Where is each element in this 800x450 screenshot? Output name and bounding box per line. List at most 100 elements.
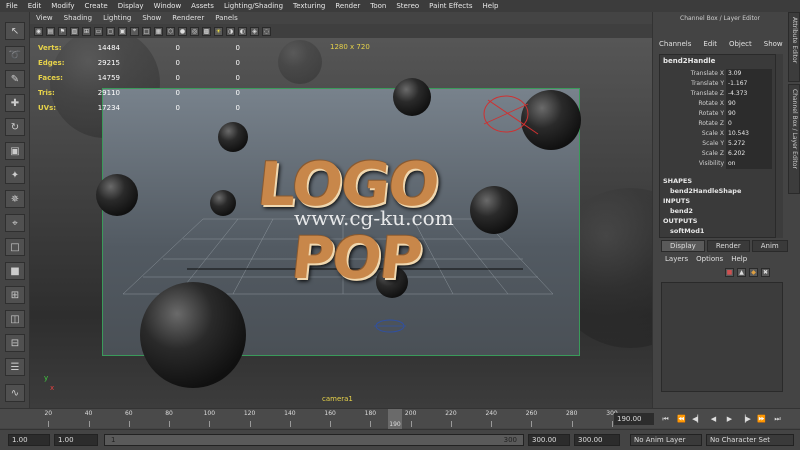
step-forward-key-icon[interactable]: ⏩: [756, 413, 767, 425]
anim-layer-dropdown[interactable]: No Anim Layer: [630, 434, 702, 446]
textured-icon[interactable]: ▩: [202, 26, 211, 36]
ambient-occlusion-icon[interactable]: ◐: [238, 26, 247, 36]
end-time-field[interactable]: 300.00: [574, 434, 620, 446]
step-back-frame-icon[interactable]: ◀▏: [692, 413, 703, 425]
play-forwards-icon[interactable]: ▶: [724, 413, 735, 425]
panel-menu-shading[interactable]: Shading: [64, 14, 92, 22]
layer-menu-help[interactable]: Help: [731, 255, 747, 263]
menu-render[interactable]: Render: [335, 2, 360, 10]
field-chart-icon[interactable]: ⌖: [130, 26, 139, 36]
menu-help[interactable]: Help: [483, 2, 499, 10]
wireframe-icon[interactable]: ⬡: [166, 26, 175, 36]
layout-two-stacked-icon[interactable]: ⊟: [5, 334, 25, 352]
layer-menu-layers[interactable]: Layers: [665, 255, 688, 263]
menu-create[interactable]: Create: [84, 2, 107, 10]
tab-display[interactable]: Display: [661, 240, 705, 252]
layout-single-icon[interactable]: ■: [5, 262, 25, 280]
attr-translate-z[interactable]: Translate Z -4.373: [660, 89, 772, 99]
lasso-tool-icon[interactable]: ➰: [5, 46, 25, 64]
input-node[interactable]: bend2: [670, 207, 693, 215]
delete-layer-icon[interactable]: ✖: [761, 268, 770, 277]
attr-rotate-x[interactable]: Rotate X 90: [660, 99, 772, 109]
attr-scale-y[interactable]: Scale Y 5.272: [660, 139, 772, 149]
start-time-field[interactable]: 1.00: [8, 434, 50, 446]
menu-stereo[interactable]: Stereo: [396, 2, 419, 10]
menu-texturing[interactable]: Texturing: [293, 2, 325, 10]
new-layer-icon[interactable]: ■: [725, 268, 734, 277]
wireframe-on-shaded-icon[interactable]: ◎: [190, 26, 199, 36]
rotate-tool-icon[interactable]: ↻: [5, 118, 25, 136]
soft-modification-icon[interactable]: ✵: [5, 190, 25, 208]
last-tool-icon[interactable]: □: [5, 238, 25, 256]
shadows-icon[interactable]: ◑: [226, 26, 235, 36]
select-tool-icon[interactable]: ↖: [5, 22, 25, 40]
move-layer-up-icon[interactable]: ▲: [737, 268, 746, 277]
image-plane-icon[interactable]: ▧: [70, 26, 79, 36]
play-backwards-icon[interactable]: ◀: [708, 413, 719, 425]
layout-graph-icon[interactable]: ∿: [5, 384, 25, 402]
bookmark-icon[interactable]: ⚑: [58, 26, 67, 36]
selected-node-name[interactable]: bend2Handle: [663, 57, 715, 65]
current-frame-field[interactable]: 190.00: [614, 413, 654, 425]
step-back-key-icon[interactable]: ⏪: [676, 413, 687, 425]
show-manipulator-icon[interactable]: ⌖: [5, 214, 25, 232]
attr-translate-y[interactable]: Translate Y -1.167: [660, 79, 772, 89]
menu-edit[interactable]: Edit: [28, 2, 42, 10]
attr-translate-x[interactable]: Translate X 3.09: [660, 69, 772, 79]
attr-scale-x[interactable]: Scale X 10.543: [660, 129, 772, 139]
attr-rotate-y[interactable]: Rotate Y 90: [660, 109, 772, 119]
side-tab-attribute-editor[interactable]: Attribute Editor: [788, 12, 800, 82]
attr-scale-z[interactable]: Scale Z 6.202: [660, 149, 772, 159]
output-node[interactable]: softMod1: [670, 227, 704, 235]
paint-select-tool-icon[interactable]: ✎: [5, 70, 25, 88]
grid-toggle-icon[interactable]: ⊞: [82, 26, 91, 36]
resolution-gate-icon[interactable]: ▢: [106, 26, 115, 36]
film-gate-icon[interactable]: ▭: [94, 26, 103, 36]
menu-modify[interactable]: Modify: [51, 2, 74, 10]
attr-rotate-z[interactable]: Rotate Z0: [660, 119, 772, 129]
scale-tool-icon[interactable]: ▣: [5, 142, 25, 160]
panel-menu-lighting[interactable]: Lighting: [103, 14, 131, 22]
select-camera-icon[interactable]: ◉: [34, 26, 43, 36]
safe-title-icon[interactable]: ▦: [154, 26, 163, 36]
layout-four-icon[interactable]: ⊞: [5, 286, 25, 304]
time-slider[interactable]: 190 20 40 60 80 100 120 140 160 180 200 220 240 260 2…: [0, 408, 800, 429]
go-to-start-icon[interactable]: ⏮: [660, 413, 671, 425]
menu-window[interactable]: Window: [154, 2, 182, 10]
side-tab-channel-box[interactable]: Channel Box / Layer Editor: [788, 84, 800, 194]
safe-action-icon[interactable]: □: [142, 26, 151, 36]
cb-menu-object[interactable]: Object: [729, 40, 752, 48]
smooth-shade-icon[interactable]: ●: [178, 26, 187, 36]
universal-manipulator-icon[interactable]: ✦: [5, 166, 25, 184]
menu-file[interactable]: File: [6, 2, 18, 10]
cb-menu-show[interactable]: Show: [764, 40, 783, 48]
soft-mod-handle-icon[interactable]: [370, 316, 410, 336]
playback-start-field[interactable]: 1.00: [54, 434, 98, 446]
perspective-viewport[interactable]: LOGO POP www.cg-ku.com Verts: 14484 0 0 …: [30, 38, 652, 408]
layout-outliner-icon[interactable]: ☰: [5, 358, 25, 376]
bend-handle-manipulator-icon[interactable]: [478, 90, 550, 142]
playback-end-field[interactable]: 300.00: [528, 434, 570, 446]
new-layer-from-selected-icon[interactable]: ◆: [749, 268, 758, 277]
cb-menu-edit[interactable]: Edit: [703, 40, 717, 48]
attr-visibility[interactable]: Visibility on: [660, 159, 772, 169]
step-forward-frame-icon[interactable]: ▕▶: [740, 413, 751, 425]
layer-menu-options[interactable]: Options: [696, 255, 723, 263]
layer-list[interactable]: [661, 282, 783, 392]
panel-menu-show[interactable]: Show: [142, 14, 161, 22]
panel-menu-panels[interactable]: Panels: [215, 14, 238, 22]
channel-box-scrollbar[interactable]: [775, 54, 783, 238]
move-tool-icon[interactable]: ✚: [5, 94, 25, 112]
menu-toon[interactable]: Toon: [370, 2, 386, 10]
menu-assets[interactable]: Assets: [191, 2, 214, 10]
character-set-dropdown[interactable]: No Character Set: [706, 434, 794, 446]
menu-paint-effects[interactable]: Paint Effects: [429, 2, 472, 10]
shape-node[interactable]: bend2HandleShape: [670, 187, 741, 195]
range-slider[interactable]: 1 300: [104, 434, 524, 446]
menu-lighting-shading[interactable]: Lighting/Shading: [224, 2, 283, 10]
use-all-lights-icon[interactable]: ☀: [214, 26, 223, 36]
camera-attributes-icon[interactable]: ▤: [46, 26, 55, 36]
xray-icon[interactable]: ◌: [262, 26, 271, 36]
go-to-end-icon[interactable]: ⏭: [772, 413, 783, 425]
tab-anim[interactable]: Anim: [751, 240, 788, 252]
